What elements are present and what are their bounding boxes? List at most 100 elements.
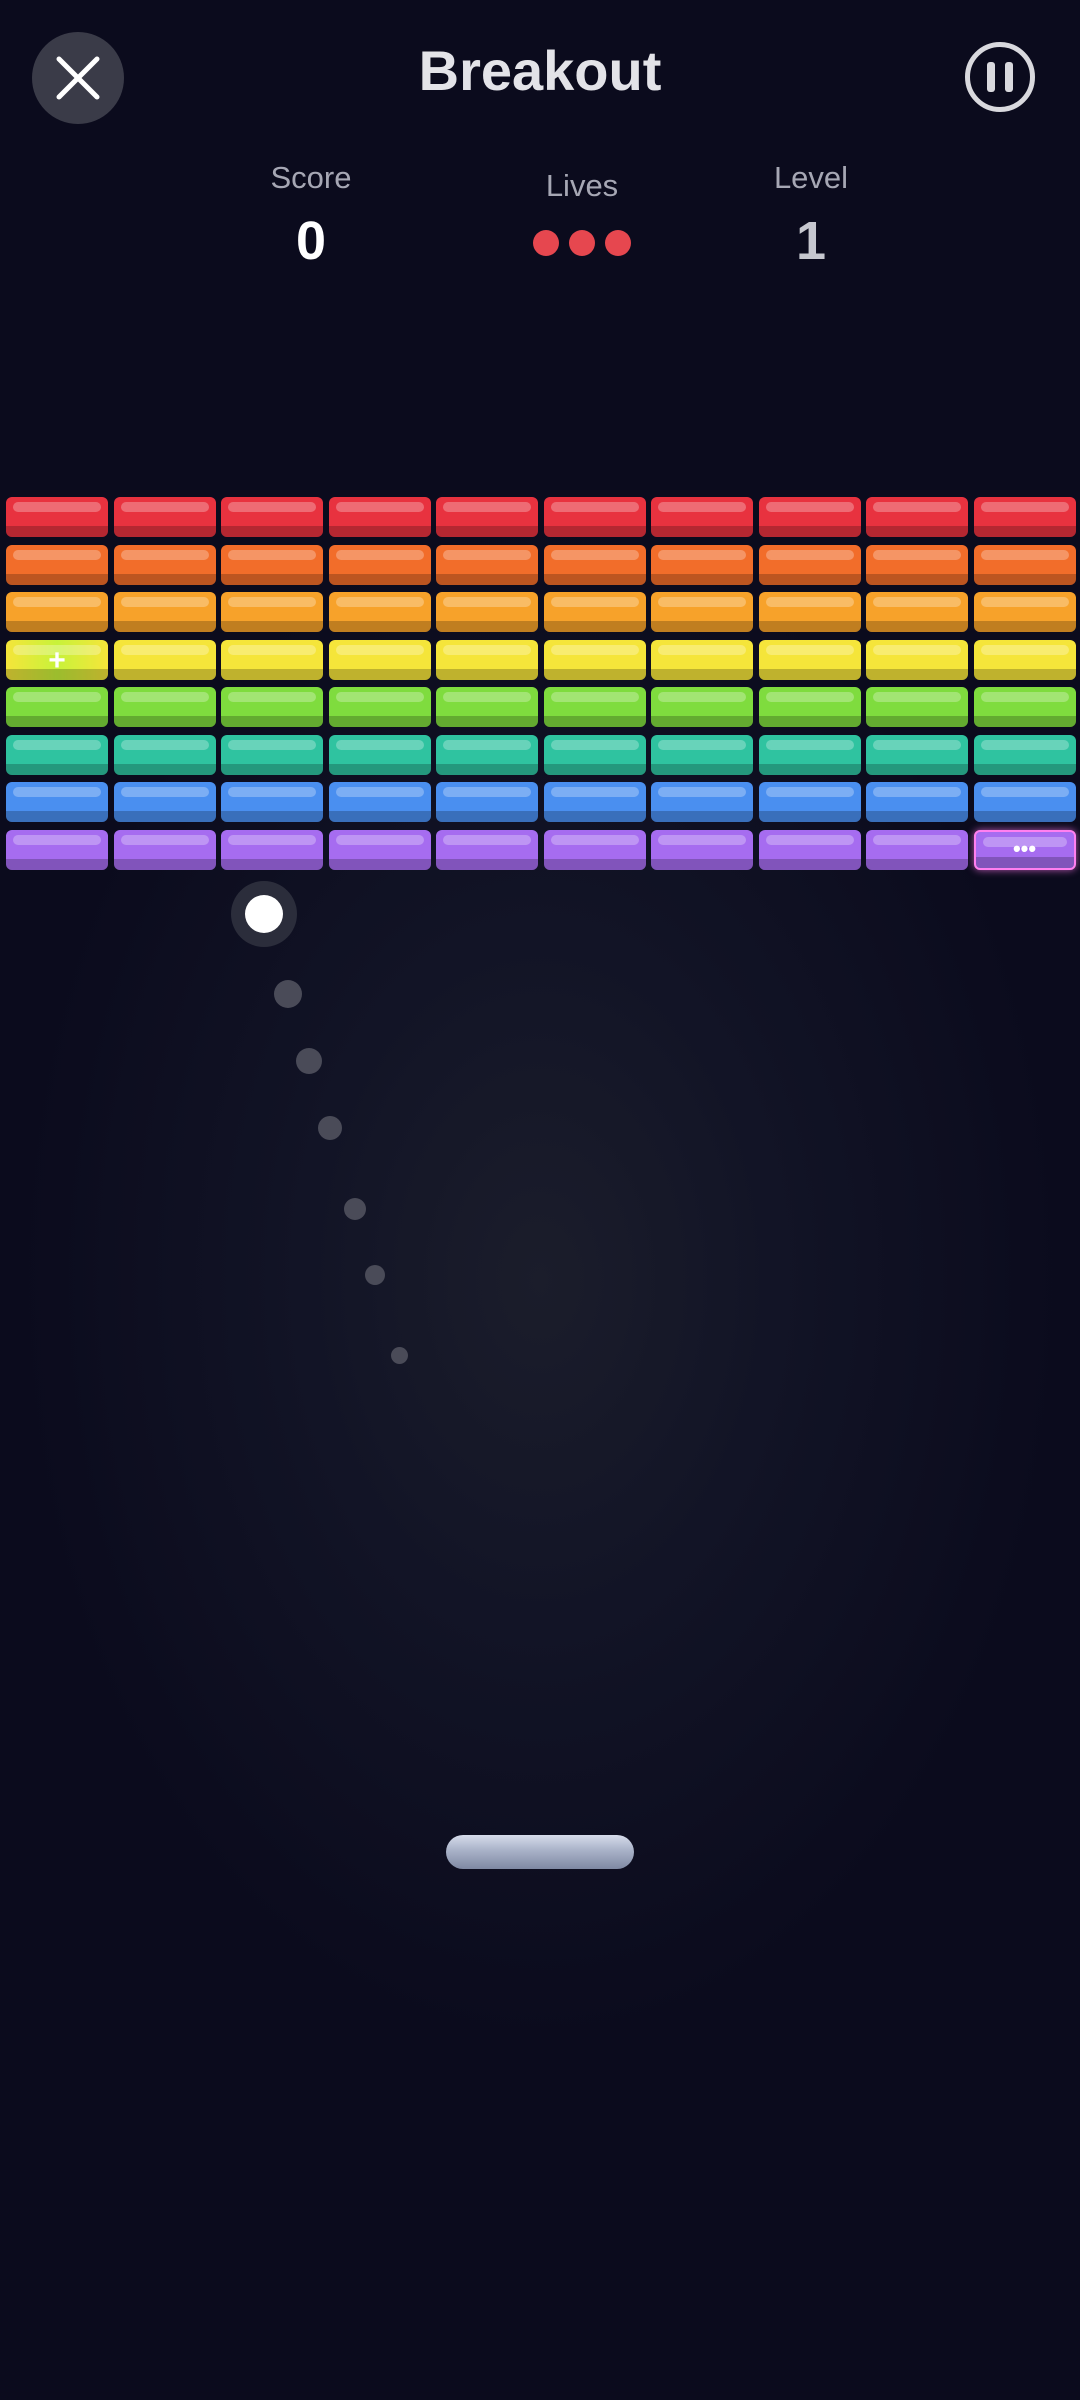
brick-teal bbox=[6, 734, 108, 775]
brick-amber bbox=[651, 592, 753, 632]
lives-label: Lives bbox=[545, 168, 619, 203]
brick-amber bbox=[866, 592, 968, 632]
brick-orange bbox=[6, 544, 108, 585]
brick-orange bbox=[328, 544, 431, 585]
brick-orange bbox=[113, 544, 216, 585]
pause-icon bbox=[982, 62, 1018, 92]
ball-trail-dot bbox=[344, 1198, 366, 1220]
life-dot bbox=[533, 230, 559, 256]
brick-purple bbox=[6, 829, 108, 870]
brick-red bbox=[758, 497, 861, 537]
brick-blue bbox=[973, 782, 1076, 822]
brick-purple bbox=[543, 829, 646, 870]
brick-blue bbox=[221, 782, 323, 822]
brick-teal bbox=[436, 734, 538, 775]
brick-amber bbox=[328, 592, 431, 632]
brick-red bbox=[543, 497, 646, 537]
brick-green bbox=[866, 687, 968, 727]
level-panel: Level 1 bbox=[711, 160, 911, 272]
brick-blue bbox=[6, 782, 108, 822]
ball-trail-dot bbox=[365, 1265, 385, 1285]
brick-purple bbox=[328, 829, 431, 870]
brick-teal bbox=[328, 734, 431, 775]
brick-green bbox=[651, 687, 753, 727]
pause-button[interactable] bbox=[965, 42, 1035, 112]
brick-yellow bbox=[113, 639, 216, 680]
score-label: Score bbox=[270, 160, 352, 195]
brick-green bbox=[221, 687, 323, 727]
brick-blue bbox=[436, 782, 538, 822]
brick-blue bbox=[866, 782, 968, 822]
lives-indicator bbox=[482, 230, 682, 261]
brick-yellow bbox=[866, 639, 968, 680]
brick-purple bbox=[651, 829, 753, 870]
brick-red bbox=[221, 497, 323, 537]
ball-trail-dot bbox=[274, 980, 302, 1008]
brick-yellow bbox=[221, 639, 323, 680]
brick-yellow bbox=[973, 639, 1076, 680]
paddle[interactable] bbox=[446, 1835, 634, 1869]
score-panel: Score 0 bbox=[211, 160, 411, 272]
brick-green bbox=[758, 687, 861, 727]
brick-orange bbox=[651, 544, 753, 585]
ball-trail-dot bbox=[318, 1116, 342, 1140]
brick-powerup-extra: + bbox=[6, 639, 108, 680]
brick-teal bbox=[113, 734, 216, 775]
game-title: Breakout bbox=[418, 39, 662, 102]
brick-orange bbox=[973, 544, 1076, 585]
brick-teal bbox=[866, 734, 968, 775]
brick-teal bbox=[651, 734, 753, 775]
brick-purple bbox=[436, 829, 538, 870]
brick-green bbox=[543, 687, 646, 727]
ball-trail-dot bbox=[391, 1347, 408, 1364]
score-value: 0 bbox=[295, 211, 327, 271]
brick-red bbox=[328, 497, 431, 537]
powerup-multiball-icon: ••• bbox=[1012, 835, 1037, 861]
lives-panel: Lives bbox=[482, 168, 682, 261]
ball-core bbox=[245, 895, 283, 933]
brick-red bbox=[973, 497, 1076, 537]
brick-yellow bbox=[543, 639, 646, 680]
brick-green bbox=[436, 687, 538, 727]
brick-blue bbox=[758, 782, 861, 822]
brick-amber bbox=[436, 592, 538, 632]
brick-yellow bbox=[436, 639, 538, 680]
brick-teal bbox=[973, 734, 1076, 775]
brick-red bbox=[651, 497, 753, 537]
brick-orange bbox=[866, 544, 968, 585]
brick-blue bbox=[328, 782, 431, 822]
powerup-extra-icon: + bbox=[48, 643, 66, 677]
brick-purple bbox=[113, 829, 216, 870]
brick-blue bbox=[651, 782, 753, 822]
brick-amber bbox=[6, 592, 108, 632]
ball-trail-dot bbox=[296, 1048, 322, 1074]
brick-amber bbox=[758, 592, 861, 632]
brick-orange bbox=[221, 544, 323, 585]
life-dot bbox=[605, 230, 631, 256]
brick-red bbox=[436, 497, 538, 537]
level-value: 1 bbox=[795, 211, 827, 271]
brick-green bbox=[113, 687, 216, 727]
brick-powerup-multiball: ••• bbox=[973, 829, 1076, 870]
brick-amber bbox=[221, 592, 323, 632]
brick-red bbox=[6, 497, 108, 537]
brick-teal bbox=[543, 734, 646, 775]
brick-orange bbox=[436, 544, 538, 585]
brick-blue bbox=[543, 782, 646, 822]
ball bbox=[231, 881, 297, 947]
brick-yellow bbox=[651, 639, 753, 680]
brick-purple bbox=[758, 829, 861, 870]
level-label: Level bbox=[773, 160, 849, 195]
brick-red bbox=[113, 497, 216, 537]
brick-green bbox=[328, 687, 431, 727]
brick-teal bbox=[758, 734, 861, 775]
brick-purple bbox=[221, 829, 323, 870]
brick-red bbox=[866, 497, 968, 537]
life-dot bbox=[569, 230, 595, 256]
brick-amber bbox=[973, 592, 1076, 632]
brick-green bbox=[973, 687, 1076, 727]
brick-blue bbox=[113, 782, 216, 822]
brick-amber bbox=[113, 592, 216, 632]
brick-orange bbox=[543, 544, 646, 585]
brick-yellow bbox=[758, 639, 861, 680]
